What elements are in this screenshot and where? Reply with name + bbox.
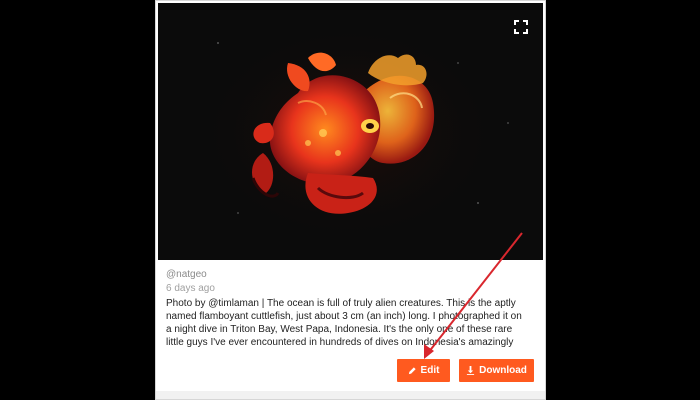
edit-button-label: Edit	[420, 365, 440, 376]
cuttlefish-image	[158, 3, 543, 260]
expand-button[interactable]	[511, 17, 531, 37]
download-button-label: Download	[479, 365, 527, 376]
post-caption: Photo by @timlaman | The ocean is full o…	[166, 298, 522, 348]
edit-button[interactable]: Edit	[397, 359, 450, 382]
expand-icon	[514, 20, 528, 34]
post-age: 6 days ago	[166, 283, 215, 294]
pencil-icon	[408, 367, 416, 375]
download-icon	[467, 366, 475, 375]
post-meta: @natgeo 6 days ago Photo by @timlaman | …	[166, 268, 536, 349]
download-button[interactable]: Download	[459, 359, 534, 382]
post-card: @natgeo 6 days ago Photo by @timlaman | …	[155, 0, 546, 400]
card-footer-strip	[156, 391, 545, 399]
post-photo[interactable]	[158, 3, 543, 260]
author-handle[interactable]: @natgeo	[166, 268, 536, 281]
